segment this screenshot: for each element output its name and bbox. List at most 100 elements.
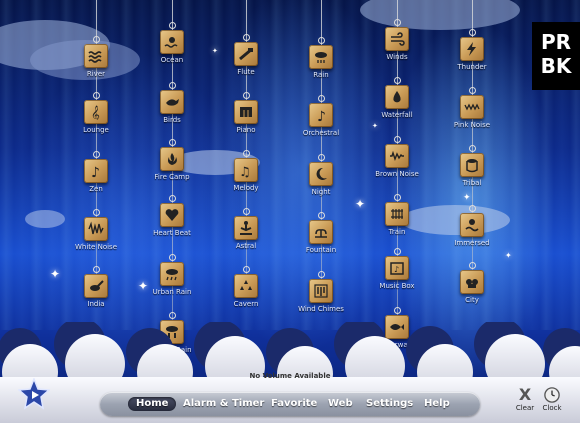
sound-tile-river[interactable] <box>84 44 108 68</box>
sound-label: Fire Camp <box>154 173 190 181</box>
star-sparkle: ✦ <box>212 47 218 55</box>
tile-hook <box>169 312 176 319</box>
meditation-icon <box>240 221 252 235</box>
sound-label: Ocean <box>160 56 184 64</box>
tile-hook <box>93 151 100 158</box>
moon-icon <box>316 167 327 180</box>
sound-label: Birds <box>163 116 181 124</box>
watermark-logo: PR BK <box>532 22 580 90</box>
sound-label: Tribal <box>462 179 482 187</box>
sound-tile-melody[interactable]: ♫ <box>234 158 258 182</box>
immersed-icon <box>465 219 479 232</box>
sound-label: Night <box>311 188 331 196</box>
sitar-icon <box>90 280 104 291</box>
fountain-icon <box>315 229 327 238</box>
sound-label: Heart Beat <box>153 229 191 237</box>
sound-tile-ocean[interactable] <box>160 30 184 54</box>
water-drop-icon <box>393 91 401 103</box>
train-tracks-icon <box>391 209 403 219</box>
sound-tile-piano[interactable] <box>234 100 258 124</box>
star-sparkle: ✦ <box>355 197 366 211</box>
tab-settings[interactable]: Settings <box>366 397 413 411</box>
sound-tile-cavern[interactable] <box>234 274 258 298</box>
sound-label: Fountain <box>305 246 337 254</box>
sound-tile-lounge[interactable]: 𝄞 <box>84 100 108 124</box>
tile-hook <box>243 34 250 41</box>
tab-home[interactable]: Home <box>128 397 177 411</box>
sound-label: Astral <box>235 242 257 250</box>
sound-label: Thunder <box>457 63 487 71</box>
tile-hook <box>469 145 476 152</box>
sound-label: City <box>465 296 479 304</box>
tile-hook <box>469 262 476 269</box>
favorite-star-button[interactable] <box>17 376 51 410</box>
music-box-icon: ♪ <box>390 262 404 275</box>
sound-tile-pink-noise[interactable] <box>460 95 484 119</box>
sound-tile-astral[interactable] <box>234 216 258 240</box>
treble-clef-icon: 𝄞 <box>91 105 100 120</box>
eighth-note-icon: ♪ <box>317 109 326 123</box>
sound-tile-brown-noise[interactable] <box>385 144 409 168</box>
drum-icon <box>466 159 478 173</box>
sound-tile-city[interactable] <box>460 270 484 294</box>
sound-tile-fountain[interactable] <box>309 220 333 244</box>
sound-tile-urban-rain[interactable] <box>160 262 184 286</box>
tile-hook <box>243 266 250 273</box>
sound-tile-fire-camp[interactable] <box>160 147 184 171</box>
sound-label: White Noise <box>75 243 117 251</box>
city-icon <box>466 279 478 288</box>
sound-tile-night[interactable] <box>309 162 333 186</box>
sound-tile-flute[interactable] <box>234 42 258 66</box>
clock-label: Clock <box>542 404 562 412</box>
svg-text:♪: ♪ <box>394 265 399 274</box>
sound-tile-birds[interactable] <box>160 90 184 114</box>
sound-label: Rain <box>313 71 329 79</box>
svg-text:𝄞: 𝄞 <box>91 105 100 120</box>
sound-tile-immersed[interactable] <box>460 213 484 237</box>
sound-tile-tribal[interactable] <box>460 153 484 177</box>
sound-tile-zen[interactable]: ♪ <box>84 159 108 183</box>
tile-hook <box>394 19 401 26</box>
sound-tile-train[interactable] <box>385 202 409 226</box>
clock-button[interactable]: Clock <box>540 386 564 412</box>
clear-button[interactable]: X Clear <box>514 386 536 413</box>
tile-hook <box>469 87 476 94</box>
sound-label: Music Box <box>379 282 415 290</box>
tab-alarm-timer[interactable]: Alarm & Timer <box>183 397 264 411</box>
sound-tile-waterfall[interactable] <box>385 85 409 109</box>
sound-tile-rain[interactable] <box>309 45 333 69</box>
wind-icon <box>391 32 405 46</box>
tile-hook <box>169 139 176 146</box>
star-sparkle: ✦ <box>463 193 471 203</box>
sound-label: Zen <box>89 185 103 193</box>
sound-tile-india[interactable] <box>84 274 108 298</box>
sound-tile-orchestral[interactable]: ♪ <box>309 103 333 127</box>
sound-label: Immersed <box>454 239 490 247</box>
sound-tile-wind-chimes[interactable] <box>309 279 333 303</box>
tile-hook <box>318 37 325 44</box>
sound-tile-white-noise[interactable] <box>84 217 108 241</box>
svg-text:♫: ♫ <box>239 165 251 178</box>
tile-hook <box>394 77 401 84</box>
tab-favorite[interactable]: Favorite <box>271 397 317 411</box>
tile-hook <box>169 82 176 89</box>
tab-web[interactable]: Web <box>328 397 353 411</box>
tile-hook <box>169 254 176 261</box>
sound-label: Brown Noise <box>375 170 419 178</box>
tab-help[interactable]: Help <box>424 397 450 411</box>
tile-hook <box>318 271 325 278</box>
sound-tile-winds[interactable] <box>385 27 409 51</box>
logo-line-1: PR <box>540 30 572 54</box>
sound-tile-music-box[interactable]: ♪ <box>385 256 409 280</box>
sound-label: Winds <box>386 53 408 61</box>
volume-status: No Volume Available <box>249 372 331 380</box>
sound-tile-heart-beat[interactable] <box>160 203 184 227</box>
clock-icon <box>544 387 560 403</box>
sound-tile-thunder[interactable] <box>460 37 484 61</box>
pink-noise-icon <box>464 103 480 111</box>
sound-label: Train <box>388 228 406 236</box>
svg-text:♪: ♪ <box>317 109 326 123</box>
tile-hook <box>394 136 401 143</box>
campfire-icon <box>168 153 177 165</box>
sound-label: Waterfall <box>381 111 413 119</box>
